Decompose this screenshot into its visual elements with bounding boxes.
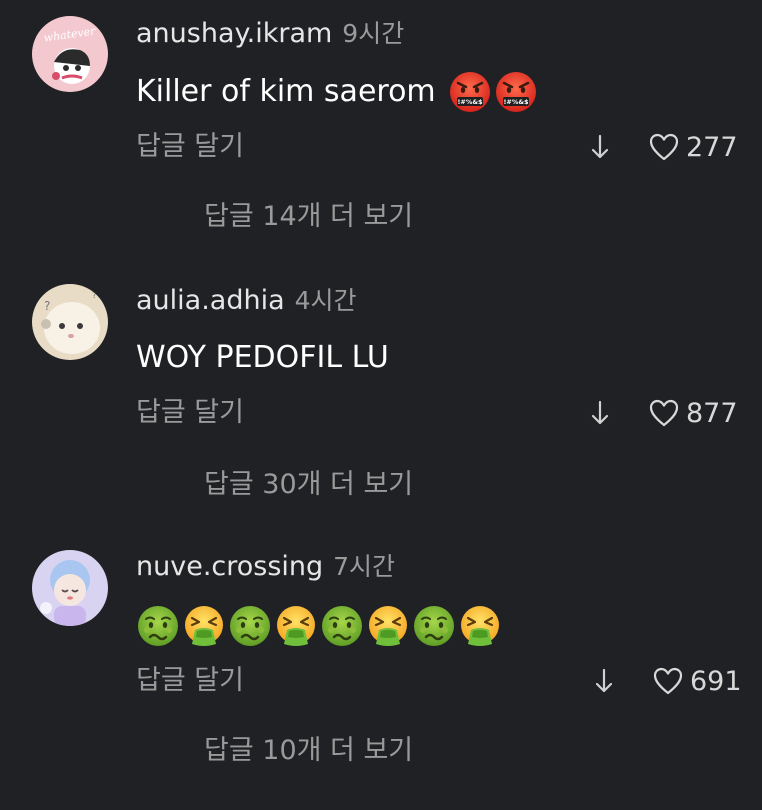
comment-item: nuve.crossing 7시간 답글 달기 691 답글 10개 더 보기 <box>0 540 762 810</box>
nauseated-face-icon <box>136 604 180 648</box>
like-count: 877 <box>686 397 738 429</box>
reply-button[interactable]: 답글 달기 <box>136 130 244 164</box>
svg-text:?: ? <box>92 291 97 301</box>
like-button[interactable]: 277 <box>648 130 738 164</box>
username-text[interactable]: aulia.adhia <box>136 285 285 316</box>
reply-button[interactable]: 답글 달기 <box>136 664 244 698</box>
comment-item: ? ? aulia.adhia 4시간 WOY PEDOFIL LU 답글 달기 … <box>0 270 762 540</box>
vomiting-face-icon <box>274 604 318 648</box>
like-count: 691 <box>690 665 742 697</box>
heart-icon <box>653 667 683 695</box>
comment-time: 4시간 <box>294 286 357 315</box>
arrow-down-icon[interactable] <box>588 398 612 428</box>
username-text[interactable]: anushay.ikram <box>136 18 332 49</box>
svg-text:?: ? <box>44 299 50 313</box>
comment-username[interactable]: aulia.adhia 4시간 <box>136 284 357 318</box>
username-text[interactable]: nuve.crossing <box>136 551 323 582</box>
view-replies-button[interactable]: 답글 30개 더 보기 <box>204 468 413 502</box>
comment-text <box>136 604 504 648</box>
view-replies-button[interactable]: 답글 14개 더 보기 <box>204 200 413 234</box>
vomiting-face-icon <box>366 604 410 648</box>
comment-item: whatever anushay.ikram 9시간 Killer of kim … <box>0 0 762 270</box>
like-button[interactable]: 691 <box>652 664 742 698</box>
cursing-face-icon <box>494 70 538 114</box>
heart-icon <box>649 133 679 161</box>
comment-text-content: Killer of kim saerom <box>136 74 436 109</box>
comment-time: 9시간 <box>342 19 405 48</box>
comment-text: Killer of kim saerom <box>136 70 540 114</box>
reply-button[interactable]: 답글 달기 <box>136 396 244 430</box>
arrow-down-icon[interactable] <box>588 132 612 162</box>
like-button[interactable]: 877 <box>648 396 738 430</box>
view-replies-button[interactable]: 답글 10개 더 보기 <box>204 734 413 768</box>
comment-text-content: WOY PEDOFIL LU <box>136 340 389 375</box>
arrow-down-icon[interactable] <box>592 666 616 696</box>
nauseated-face-icon <box>412 604 456 648</box>
comment-username[interactable]: nuve.crossing 7시간 <box>136 550 395 584</box>
like-count: 277 <box>686 131 738 163</box>
nauseated-face-icon <box>320 604 364 648</box>
vomiting-face-icon <box>182 604 226 648</box>
vomiting-face-icon <box>458 604 502 648</box>
comment-time: 7시간 <box>333 552 396 581</box>
heart-icon <box>649 399 679 427</box>
nauseated-face-icon <box>228 604 272 648</box>
comment-text: WOY PEDOFIL LU <box>136 338 389 378</box>
avatar[interactable] <box>32 550 108 626</box>
cursing-face-icon <box>448 70 492 114</box>
comment-username[interactable]: anushay.ikram 9시간 <box>136 17 404 51</box>
avatar[interactable]: whatever <box>32 16 108 92</box>
avatar[interactable]: ? ? <box>32 284 108 360</box>
